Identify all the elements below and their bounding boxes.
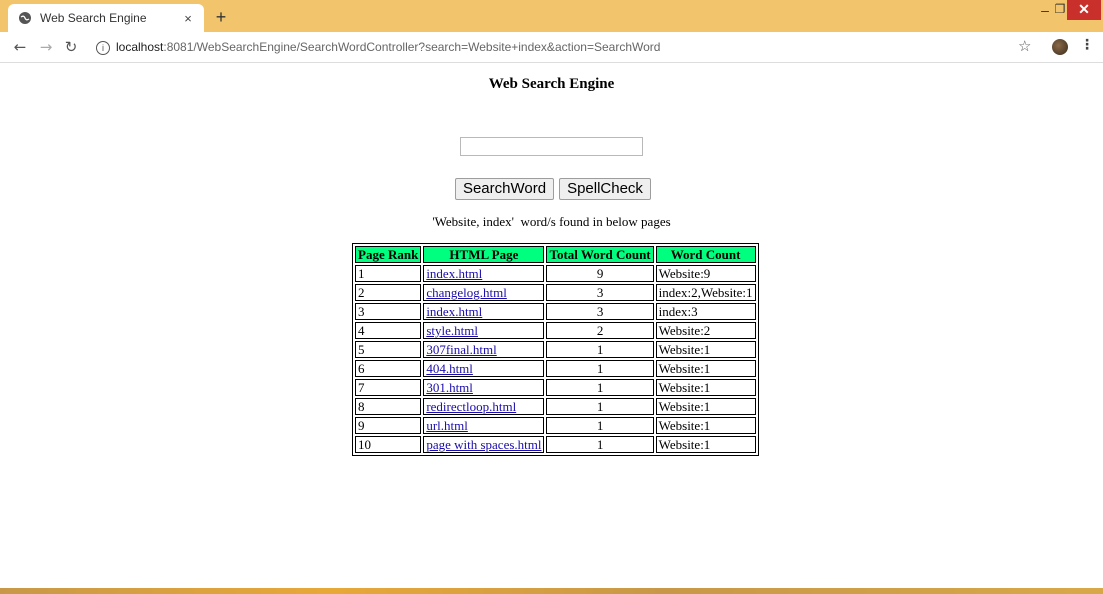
rank-cell: 7 (355, 379, 422, 396)
page-link[interactable]: index.html (426, 304, 482, 319)
spell-check-button[interactable]: SpellCheck (559, 178, 651, 200)
page-link[interactable]: 307final.html (426, 342, 496, 357)
page-cell: url.html (423, 417, 545, 434)
count-cell: Website:1 (655, 360, 756, 377)
total-cell: 1 (546, 436, 654, 453)
page-link[interactable]: page with spaces.html (426, 437, 541, 452)
total-cell: 2 (546, 322, 654, 339)
page-cell: 404.html (423, 360, 545, 377)
table-row: 8 redirectloop.html 1 Website:1 (355, 398, 756, 415)
globe-icon (19, 12, 31, 24)
rank-cell: 3 (355, 303, 422, 320)
info-icon[interactable]: i (96, 40, 110, 55)
page-cell: changelog.html (423, 284, 545, 301)
count-cell: Website:1 (655, 417, 756, 434)
page-link[interactable]: 301.html (426, 380, 473, 395)
rank-cell: 9 (355, 417, 422, 434)
count-cell: Website:2 (655, 322, 756, 339)
forward-arrow-icon[interactable]: → (36, 37, 56, 57)
table-row: 6 404.html 1 Website:1 (355, 360, 756, 377)
window-close-icon[interactable]: ✕ (1067, 0, 1101, 20)
page-cell: index.html (423, 303, 545, 320)
total-cell: 1 (546, 398, 654, 415)
page-cell: index.html (423, 265, 545, 282)
count-cell: Website:1 (655, 341, 756, 358)
page-cell: redirectloop.html (423, 398, 545, 415)
header-total-word-count: Total Word Count (546, 246, 654, 263)
table-row: 4 style.html 2 Website:2 (355, 322, 756, 339)
url-path: :8081/WebSearchEngine/SearchWordControll… (163, 40, 661, 54)
page-link[interactable]: style.html (426, 323, 478, 338)
page-link[interactable]: redirectloop.html (426, 399, 516, 414)
total-cell: 1 (546, 341, 654, 358)
count-cell: Website:1 (655, 436, 756, 453)
rank-cell: 10 (355, 436, 422, 453)
search-word-button[interactable]: SearchWord (455, 178, 554, 200)
table-row: 2 changelog.html 3 index:2,Website:1 (355, 284, 756, 301)
total-cell: 1 (546, 379, 654, 396)
results-table: Page Rank HTML Page Total Word Count Wor… (352, 243, 759, 456)
page-cell: 301.html (423, 379, 545, 396)
restore-icon[interactable]: ❐ (1052, 2, 1068, 20)
count-cell: index:2,Website:1 (655, 284, 756, 301)
new-tab-button[interactable]: + (210, 6, 232, 28)
tab-strip: Web Search Engine × + – ❐ ✕ (0, 0, 1103, 32)
browser-toolbar: ← → ↻ i localhost:8081/WebSearchEngine/Se… (0, 32, 1103, 63)
header-html-page: HTML Page (423, 246, 545, 263)
rank-cell: 1 (355, 265, 422, 282)
total-cell: 1 (546, 360, 654, 377)
table-row: 3 index.html 3 index:3 (355, 303, 756, 320)
count-cell: Website:1 (655, 398, 756, 415)
table-row: 9 url.html 1 Website:1 (355, 417, 756, 434)
count-cell: Website:9 (655, 265, 756, 282)
rank-cell: 2 (355, 284, 422, 301)
page-cell: style.html (423, 322, 545, 339)
header-word-count: Word Count (655, 246, 756, 263)
profile-avatar[interactable] (1052, 39, 1068, 55)
page-link[interactable]: 404.html (426, 361, 473, 376)
count-cell: index:3 (655, 303, 756, 320)
reload-icon[interactable]: ↻ (61, 37, 81, 57)
url-host: localhost (116, 40, 164, 54)
total-cell: 3 (546, 303, 654, 320)
total-cell: 9 (546, 265, 654, 282)
tab-close-icon[interactable]: × (180, 11, 196, 26)
os-taskbar (0, 588, 1103, 594)
address-bar[interactable]: i localhost:8081/WebSearchEngine/SearchWo… (92, 36, 1012, 58)
menu-dots-icon[interactable]: ⋮ (1080, 37, 1094, 53)
page-link[interactable]: changelog.html (426, 285, 507, 300)
table-row: 7 301.html 1 Website:1 (355, 379, 756, 396)
page-title: Web Search Engine (488, 76, 615, 92)
page-link[interactable]: index.html (426, 266, 482, 281)
tab-title: Web Search Engine (40, 11, 147, 25)
total-cell: 3 (546, 284, 654, 301)
count-cell: Website:1 (655, 379, 756, 396)
page-cell: page with spaces.html (423, 436, 545, 453)
total-cell: 1 (546, 417, 654, 434)
table-row: 5 307final.html 1 Website:1 (355, 341, 756, 358)
browser-tab[interactable]: Web Search Engine × (8, 4, 204, 32)
bookmark-star-icon[interactable]: ☆ (1018, 37, 1031, 55)
rank-cell: 5 (355, 341, 422, 358)
rank-cell: 8 (355, 398, 422, 415)
search-input[interactable] (460, 137, 643, 156)
page-link[interactable]: url.html (426, 418, 468, 433)
back-arrow-icon[interactable]: ← (10, 37, 30, 57)
table-row: 1 index.html 9 Website:9 (355, 265, 756, 282)
table-row: 10 page with spaces.html 1 Website:1 (355, 436, 756, 453)
table-header-row: Page Rank HTML Page Total Word Count Wor… (355, 246, 756, 263)
header-page-rank: Page Rank (355, 246, 422, 263)
result-message: 'Website, index' word/s found in below p… (432, 214, 671, 229)
rank-cell: 4 (355, 322, 422, 339)
page-cell: 307final.html (423, 341, 545, 358)
rank-cell: 6 (355, 360, 422, 377)
